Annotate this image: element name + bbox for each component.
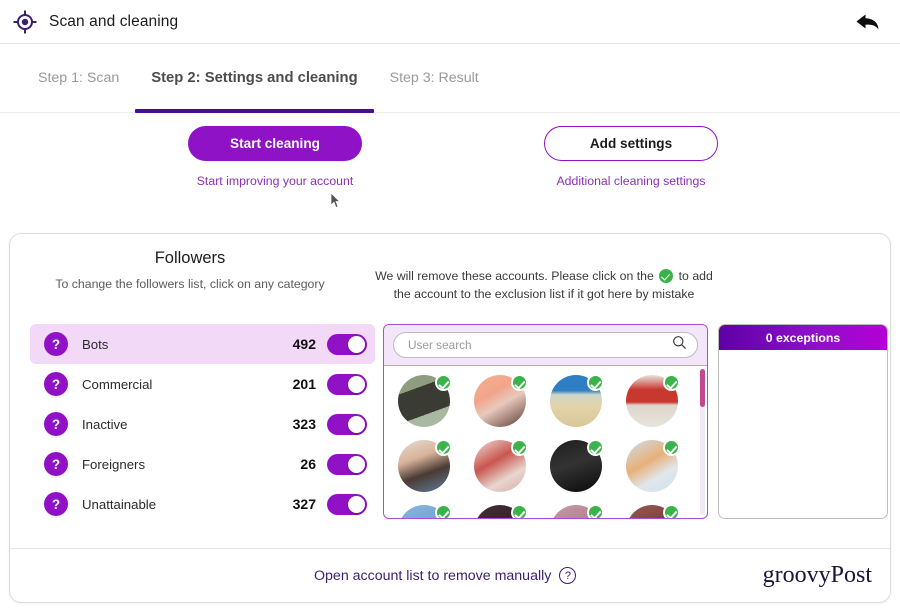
add-settings-button[interactable]: Add settings <box>544 126 718 161</box>
tab-step-1[interactable]: Step 1: Scan <box>22 44 135 112</box>
brand-watermark: groovyPost <box>762 562 872 588</box>
account-avatar-item[interactable] <box>550 504 604 518</box>
card-footer: Open account list to remove manually ? g… <box>10 548 890 602</box>
account-avatar-item[interactable] <box>474 439 528 492</box>
question-mark-icon[interactable]: ? <box>44 452 68 476</box>
scrollbar-thumb[interactable] <box>700 369 705 407</box>
title-bar: Scan and cleaning <box>0 0 900 44</box>
exclude-check-icon[interactable] <box>663 439 680 456</box>
category-count: 327 <box>292 496 316 512</box>
category-count: 26 <box>300 456 316 472</box>
category-row-commercial[interactable]: ? Commercial 201 <box>30 364 375 404</box>
exceptions-body[interactable] <box>719 350 887 518</box>
action-bar: Start cleaning Start improving your acco… <box>0 113 900 207</box>
category-label: Bots <box>82 336 109 352</box>
category-label: Foreigners <box>82 456 146 472</box>
open-account-list-link[interactable]: Open account list to remove manually ? <box>314 567 577 584</box>
card-header: Followers To change the followers list, … <box>10 234 890 303</box>
category-toggle[interactable] <box>327 453 367 475</box>
followers-header: Followers To change the followers list, … <box>10 249 370 303</box>
removal-notice: We will remove these accounts. Please cl… <box>370 249 890 303</box>
exclude-check-icon[interactable] <box>511 504 528 518</box>
category-count: 201 <box>292 376 316 392</box>
step-tabs: Step 1: Scan Step 2: Settings and cleani… <box>0 44 900 113</box>
category-toggle[interactable] <box>327 373 367 395</box>
category-label: Unattainable <box>82 496 157 512</box>
category-row-inactive[interactable]: ? Inactive 323 <box>30 404 375 444</box>
question-mark-icon[interactable]: ? <box>559 567 577 584</box>
page-title: Scan and cleaning <box>49 12 179 30</box>
account-avatar-item[interactable] <box>550 439 604 492</box>
account-avatar-item[interactable] <box>626 374 680 427</box>
account-list-scrollbar[interactable] <box>700 369 705 515</box>
exclude-check-icon[interactable] <box>587 504 604 518</box>
category-toggle[interactable] <box>327 493 367 515</box>
account-avatar-item[interactable] <box>550 374 604 427</box>
account-avatar-item[interactable] <box>398 504 452 518</box>
notice-text-2: to add <box>678 269 713 283</box>
start-cleaning-button[interactable]: Start cleaning <box>188 126 362 161</box>
back-arrow-icon[interactable] <box>852 9 882 35</box>
account-avatar-item[interactable] <box>626 439 680 492</box>
question-mark-icon[interactable]: ? <box>44 332 68 356</box>
notice-text-3: the account to the exclusion list if it … <box>393 287 695 301</box>
card-columns: ? Bots 492 ? Commercial 201 ? Inactive 3… <box>10 324 890 524</box>
account-avatar-item[interactable] <box>626 504 680 518</box>
category-row-bots[interactable]: ? Bots 492 <box>30 324 375 364</box>
question-mark-icon[interactable]: ? <box>44 372 68 396</box>
followers-title: Followers <box>154 249 226 267</box>
start-cleaning-block: Start cleaning Start improving your acco… <box>188 126 362 188</box>
exceptions-panel: 0 exceptions <box>718 324 888 519</box>
search-icon[interactable] <box>672 335 687 355</box>
start-cleaning-caption: Start improving your account <box>196 174 354 188</box>
category-row-unattainable[interactable]: ? Unattainable 327 <box>30 484 375 524</box>
search-strip <box>384 325 707 366</box>
exclude-check-icon[interactable] <box>511 439 528 456</box>
open-account-list-label: Open account list to remove manually <box>314 567 552 584</box>
account-list-panel <box>383 324 708 519</box>
tab-step-2[interactable]: Step 2: Settings and cleaning <box>135 44 375 113</box>
account-avatar-item[interactable] <box>398 439 452 492</box>
exclude-check-icon[interactable] <box>511 374 528 391</box>
exclude-check-icon[interactable] <box>587 374 604 391</box>
category-label: Inactive <box>82 416 128 432</box>
exclude-check-icon[interactable] <box>435 504 452 518</box>
tab-step-3[interactable]: Step 3: Result <box>374 44 495 112</box>
category-count: 492 <box>292 336 316 352</box>
search-input[interactable] <box>408 338 672 352</box>
avatar-grid <box>384 366 707 518</box>
question-mark-icon[interactable]: ? <box>44 412 68 436</box>
search-box[interactable] <box>393 332 698 358</box>
exclude-check-icon[interactable] <box>435 374 452 391</box>
exclude-check-icon[interactable] <box>587 439 604 456</box>
category-label: Commercial <box>82 376 153 392</box>
category-count: 323 <box>292 416 316 432</box>
category-row-foreigners[interactable]: ? Foreigners 26 <box>30 444 375 484</box>
category-toggle[interactable] <box>327 413 367 435</box>
account-avatar-item[interactable] <box>398 374 452 427</box>
question-mark-icon[interactable]: ? <box>44 492 68 516</box>
exclude-check-icon[interactable] <box>663 374 680 391</box>
exclude-check-icon[interactable] <box>663 504 680 518</box>
category-toggle[interactable] <box>327 333 367 355</box>
add-settings-block: Add settings Additional cleaning setting… <box>544 126 718 188</box>
green-check-icon <box>659 269 674 283</box>
add-settings-caption: Additional cleaning settings <box>556 174 706 188</box>
exceptions-title: 0 exceptions <box>719 325 887 350</box>
account-avatar-item[interactable] <box>474 504 528 518</box>
account-avatar-item[interactable] <box>474 374 528 427</box>
category-list: ? Bots 492 ? Commercial 201 ? Inactive 3… <box>30 324 375 524</box>
exclude-check-icon[interactable] <box>435 439 452 456</box>
followers-subtitle: To change the followers list, click on a… <box>55 277 325 291</box>
followers-card: Followers To change the followers list, … <box>9 233 891 603</box>
target-icon <box>12 9 38 35</box>
notice-text-1: We will remove these accounts. Please cl… <box>375 269 654 283</box>
